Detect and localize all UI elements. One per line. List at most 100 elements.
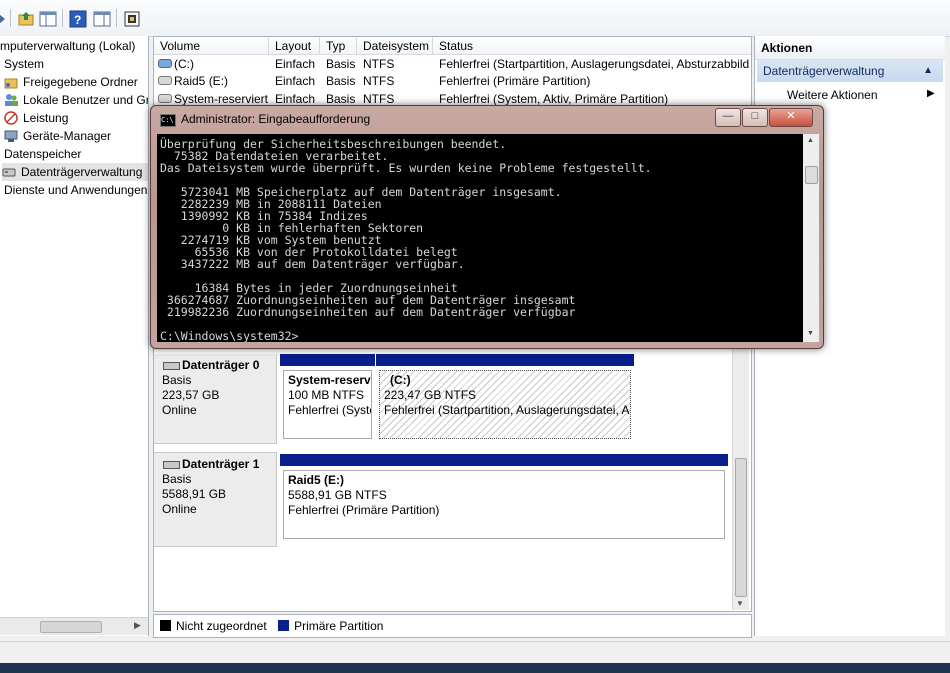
console-prompt-line: C:\Windows\system32>_ (160, 329, 306, 342)
scroll-down-icon[interactable]: ▼ (807, 330, 814, 337)
partition-bar (280, 454, 728, 466)
maximize-button[interactable]: □ (742, 108, 768, 127)
disk-type: Basis (162, 373, 192, 387)
volume-icon (158, 76, 172, 85)
up-folder-icon[interactable] (16, 9, 36, 29)
volume-icon (158, 94, 172, 103)
legend-primary: Primäre Partition (278, 619, 383, 633)
scroll-down-icon[interactable]: ▼ (736, 599, 744, 608)
tree-item-performance[interactable]: Leistung (4, 109, 68, 127)
tree-item-computer-management[interactable]: mputerverwaltung (Lokal) (0, 37, 135, 55)
scroll-up-icon[interactable]: ▲ (807, 137, 814, 144)
partition-raid5-e[interactable]: Raid5 (E:) 5588,91 GB NTFS Fehlerfrei (P… (280, 454, 728, 542)
disk-graphical-view: Datenträger 0 Basis 223,57 GB Online Sys… (153, 345, 752, 612)
cmd-window-icon: C:\ (160, 114, 176, 127)
actions-section-disk-management[interactable]: Datenträgerverwaltung ▲ (757, 60, 943, 82)
forward-arrow-icon[interactable] (0, 9, 14, 29)
show-console-tree-icon[interactable] (38, 9, 58, 29)
partition-title: (C:) (390, 373, 411, 387)
disk-size: 223,57 GB (162, 388, 220, 402)
disk-management-icon (2, 165, 16, 179)
properties-icon[interactable] (122, 9, 142, 29)
command-prompt-window[interactable]: C:\ Administrator: Eingabeaufforderung —… (150, 105, 824, 349)
console-tree: mputerverwaltung (Lokal) System Freigege… (0, 36, 149, 636)
partition-system-reserved[interactable]: System-reserv 100 MB NTFS Fehlerfrei (Sy… (280, 354, 375, 442)
scroll-thumb[interactable] (805, 166, 818, 184)
partition-bar (280, 354, 375, 366)
disk-name: Datenträger 0 (182, 358, 260, 372)
column-header-layout[interactable]: Layout (269, 37, 320, 55)
scroll-right-icon[interactable]: ▶ (134, 620, 141, 631)
disk-state: Online (162, 403, 197, 417)
svg-text:?: ? (74, 13, 81, 27)
disk-state: Online (162, 502, 197, 516)
column-header-status[interactable]: Status (433, 37, 751, 55)
disk-0-info[interactable]: Datenträger 0 Basis 223,57 GB Online (154, 354, 277, 444)
column-header-typ[interactable]: Typ (320, 37, 357, 55)
cmd-console-output[interactable]: Überprüfung der Sicherheitsbeschreibunge… (157, 134, 803, 342)
show-action-pane-icon[interactable] (92, 9, 112, 29)
scroll-thumb[interactable] (735, 458, 747, 597)
tree-item-shared-folders[interactable]: Freigegebene Ordner (4, 73, 138, 91)
toolbar: ? (0, 0, 950, 37)
partition-size: 5588,91 GB NTFS (288, 488, 387, 502)
console-line: 3437222 MB auf dem Datenträger verfügbar… (160, 257, 465, 271)
column-header-dateisystem[interactable]: Dateisystem (357, 37, 433, 55)
status-bar (0, 641, 950, 664)
disk-icon (163, 461, 180, 469)
partition-size: 100 MB NTFS (288, 388, 365, 402)
partition-size: 223,47 GB NTFS (384, 388, 477, 402)
unallocated-swatch (160, 620, 171, 631)
partition-body: System-reserv 100 MB NTFS Fehlerfrei (Sy… (283, 370, 372, 439)
partition-body-selected: (C:) 223,47 GB NTFS Fehlerfrei (Startpar… (379, 370, 631, 439)
partition-c[interactable]: (C:) 223,47 GB NTFS Fehlerfrei (Startpar… (376, 354, 634, 442)
disk-1-info[interactable]: Datenträger 1 Basis 5588,91 GB Online (154, 452, 277, 547)
tree-item-device-manager[interactable]: Geräte-Manager (4, 127, 111, 145)
partition-bar (376, 354, 634, 366)
disk-icon (163, 362, 180, 370)
partition-title: System-reserv (288, 373, 371, 387)
cell-layout: Einfach (275, 57, 316, 71)
partition-status: Fehlerfrei (Syste (288, 403, 372, 417)
device-manager-icon (4, 129, 18, 143)
partition-status: Fehlerfrei (Primäre Partition) (288, 503, 440, 517)
cell-status: Fehlerfrei (Primäre Partition) (439, 74, 591, 88)
cell-volume: (C:) (174, 57, 194, 71)
close-button[interactable]: ✕ (769, 108, 813, 127)
scroll-thumb[interactable] (40, 621, 102, 633)
shared-folder-icon (4, 75, 18, 89)
taskbar (0, 663, 950, 673)
cell-typ: Basis (326, 74, 356, 88)
column-header-volume[interactable]: Volume (154, 37, 269, 55)
tree-item-system[interactable]: System (4, 55, 44, 73)
tree-horizontal-scrollbar[interactable]: ▶ (0, 617, 148, 635)
toolbar-separator (10, 9, 11, 27)
action-more-actions[interactable]: Weitere Aktionen (787, 86, 878, 104)
cell-layout: Einfach (275, 74, 316, 88)
legend-unallocated: Nicht zugeordnet (160, 619, 267, 633)
tree-item-local-users[interactable]: Lokale Benutzer und Gr (4, 91, 148, 109)
console-line: Das Dateisystem wurde überprüft. Es wurd… (160, 161, 652, 175)
cmd-vertical-scrollbar[interactable]: ▲ ▼ (803, 134, 819, 342)
help-icon[interactable]: ? (68, 9, 88, 29)
cell-filesystem: NTFS (363, 74, 395, 88)
actions-title: Aktionen (755, 36, 945, 60)
minimize-button[interactable]: — (715, 108, 741, 127)
tree-item-disk-management[interactable]: Datenträgerverwaltung (2, 163, 148, 181)
cell-filesystem: NTFS (363, 57, 395, 71)
cmd-window-title: Administrator: Eingabeaufforderung (181, 112, 371, 126)
volume-list: Volume Layout Typ Dateisystem Status (C:… (153, 36, 752, 108)
cell-typ: Basis (326, 57, 356, 71)
tree-item-services-applications[interactable]: Dienste und Anwendungen (4, 181, 147, 199)
primary-swatch (278, 620, 290, 631)
users-icon (4, 93, 18, 107)
disk-name: Datenträger 1 (182, 457, 260, 471)
volume-icon (158, 59, 172, 68)
partition-body: Raid5 (E:) 5588,91 GB NTFS Fehlerfrei (P… (283, 470, 725, 539)
collapse-up-icon[interactable]: ▲ (923, 60, 933, 82)
toolbar-separator (62, 9, 63, 27)
disk-view-scrollbar[interactable]: ▼ (732, 345, 749, 610)
tree-item-storage[interactable]: Datenspeicher (4, 145, 81, 163)
disk-type: Basis (162, 472, 192, 486)
submenu-arrow-icon[interactable]: ▶ (927, 88, 935, 99)
